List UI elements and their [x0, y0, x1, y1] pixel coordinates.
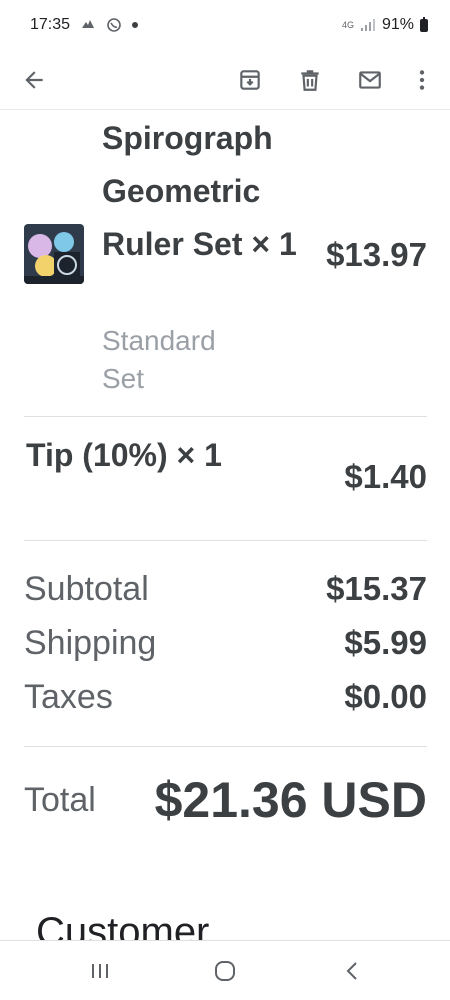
total-label: Total	[24, 780, 96, 819]
status-bar: 17:35 4G 91%	[0, 0, 450, 50]
battery-percent: 91%	[381, 16, 414, 33]
system-nav-bar	[0, 940, 450, 1000]
shipping-label: Shipping	[24, 623, 157, 662]
delete-button[interactable]	[290, 60, 330, 100]
network-type: 4G	[341, 20, 354, 30]
total-value: $21.36 USD	[154, 772, 427, 828]
arrow-left-icon	[25, 71, 43, 89]
divider	[24, 746, 427, 747]
shipping-row: Shipping $5.99	[24, 616, 427, 670]
status-left: 17:35	[30, 16, 139, 34]
back-button[interactable]	[14, 60, 54, 100]
battery-icon	[420, 16, 428, 32]
status-time: 17:35	[30, 16, 71, 33]
tip-price: $1.40	[344, 458, 427, 495]
home-button[interactable]	[200, 951, 250, 991]
trash-icon	[301, 70, 319, 91]
product-price: $13.97	[326, 236, 427, 273]
app-toolbar	[0, 50, 450, 110]
customer-section-heading: Customer	[36, 910, 210, 940]
back-nav-button[interactable]	[327, 951, 377, 991]
envelope-icon	[359, 71, 381, 89]
total-row: Total $21.36 USD	[24, 760, 427, 840]
more-options-button[interactable]	[402, 60, 442, 100]
archive-button[interactable]	[230, 60, 270, 100]
status-right: 4G 91%	[342, 16, 428, 34]
more-vert-icon	[419, 70, 425, 90]
product-thumbnail	[24, 224, 84, 284]
call-icon	[106, 17, 122, 33]
order-summary: Spirograph Geometric Ruler Set × 1 Stand…	[0, 110, 450, 940]
mark-unread-button[interactable]	[350, 60, 390, 100]
recent-apps-button[interactable]	[75, 951, 125, 991]
subtotal-value: $15.37	[326, 570, 427, 607]
notification-icon	[80, 18, 96, 32]
taxes-label: Taxes	[24, 677, 113, 716]
recent-apps-icon	[92, 964, 108, 978]
taxes-value: $0.00	[344, 678, 427, 715]
tip-label: Tip (10%) × 1	[26, 437, 222, 473]
taxes-row: Taxes $0.00	[24, 670, 427, 724]
archive-icon	[240, 70, 260, 90]
dot-icon	[132, 22, 139, 28]
subtotal-row: Subtotal $15.37	[24, 562, 427, 616]
product-title: Spirograph Geometric Ruler Set × 1	[102, 120, 297, 262]
divider	[24, 540, 427, 541]
subtotal-label: Subtotal	[24, 569, 149, 608]
shipping-value: $5.99	[344, 624, 427, 661]
chevron-left-icon	[346, 962, 357, 980]
divider	[24, 416, 427, 417]
signal-icon	[360, 18, 376, 32]
product-variant: Standard Set	[102, 325, 216, 394]
home-icon	[215, 961, 235, 981]
